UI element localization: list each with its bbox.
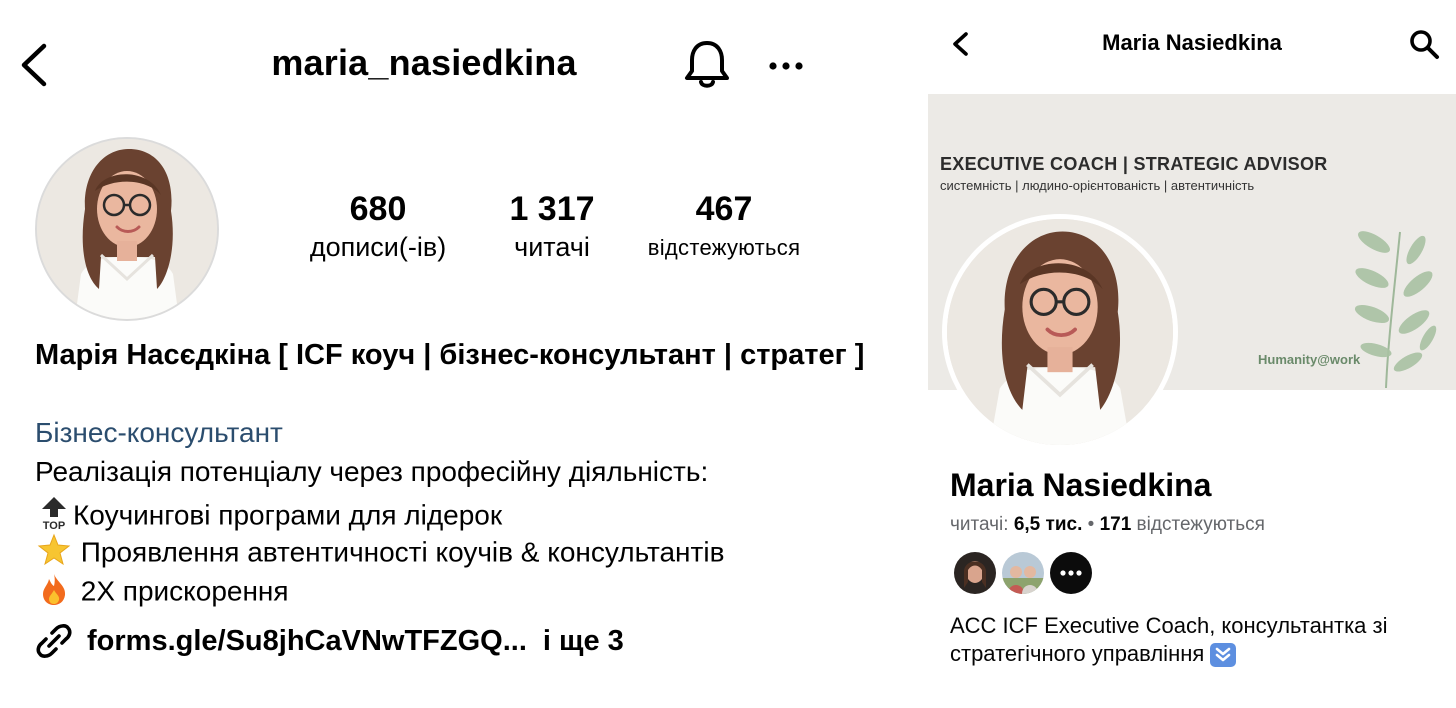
profile-full-name: Марія Насєдкіна [ ICF коуч | бізнес-конс… xyxy=(35,339,865,371)
avatar-portrait xyxy=(37,139,217,319)
friend-avatar[interactable] xyxy=(954,552,996,594)
followers-label: читачі xyxy=(514,232,590,262)
bio-line-text: 2Х прискорення xyxy=(73,575,289,607)
more-dots-icon xyxy=(1060,570,1082,576)
friend-avatar[interactable] xyxy=(1002,552,1044,594)
stats-separator: • xyxy=(1082,514,1100,535)
bio-line: Реалізація потенціалу через професійну д… xyxy=(35,456,709,487)
profile-category: Бізнес-консультант xyxy=(35,417,283,448)
bio-line: 2Х прискорення xyxy=(35,572,289,614)
profile-stats: читачі: 6,5 тис. • 171 відстежуються xyxy=(950,514,1265,536)
followers-count[interactable]: 6,5 тис. xyxy=(1014,514,1083,535)
profile-bio: ACC ICF Executive Coach, консультантка з… xyxy=(950,612,1440,668)
bell-icon[interactable] xyxy=(682,38,732,92)
profile-bio-text: ACC ICF Executive Coach, консультантка з… xyxy=(950,613,1388,666)
profile-link[interactable]: forms.gle/Su8jhCaVNwTFZGQ... xyxy=(87,625,527,658)
link-icon xyxy=(36,624,72,658)
following-count: 467 xyxy=(695,190,753,228)
bio-line-text: Коучингові програми для лідерок xyxy=(73,499,503,531)
following-label: відстежуються xyxy=(647,235,801,260)
instagram-profile-panel: maria_nasiedkina 680 дописи(-ів) 1 317 ч… xyxy=(0,0,928,708)
mutual-friends-avatars xyxy=(954,552,1098,594)
followers-count-stat[interactable]: 1 317 читачі xyxy=(490,188,614,264)
following-count-stat[interactable]: 467 відстежуються xyxy=(640,188,808,266)
bio-line: Проявлення автентичності коучів & консул… xyxy=(35,533,724,575)
glowing-star-emoji xyxy=(35,533,73,575)
cover-subtitle: системність | людино-орієнтованість | ав… xyxy=(940,178,1255,193)
profile-avatar[interactable] xyxy=(942,214,1178,450)
profile-link-row: forms.gle/Su8jhCaVNwTFZGQ... і ще 3 xyxy=(35,620,624,662)
followers-count: 1 317 xyxy=(509,190,595,228)
bio-line-text: Проявлення автентичності коучів & консул… xyxy=(73,536,725,568)
search-icon[interactable] xyxy=(1408,28,1440,60)
more-links-button[interactable]: і ще 3 xyxy=(543,625,624,658)
cover-title: EXECUTIVE COACH | STRATEGIC ADVISOR xyxy=(940,154,1328,174)
followers-label: читачі: xyxy=(950,514,1014,535)
facebook-profile-panel: Maria Nasiedkina EXECUTIVE COACH | STRAT… xyxy=(928,0,1456,708)
down-arrow-emoji xyxy=(1210,643,1237,668)
profile-avatar[interactable] xyxy=(35,137,219,321)
following-label: відстежуються xyxy=(1131,514,1265,535)
posts-label: дописи(-ів) xyxy=(309,232,447,262)
more-dots-icon[interactable] xyxy=(764,52,808,80)
fire-emoji xyxy=(35,572,73,614)
posts-count: 680 xyxy=(349,190,407,228)
cover-brand: Humanity@work xyxy=(1258,352,1361,367)
page-title: Maria Nasiedkina xyxy=(1102,30,1282,55)
posts-count-stat[interactable]: 680 дописи(-ів) xyxy=(290,188,466,264)
avatar-portrait xyxy=(947,219,1173,445)
more-friends-button[interactable] xyxy=(1050,552,1092,594)
svg-text:TOP: TOP xyxy=(43,520,65,531)
profile-name: Maria Nasiedkina xyxy=(950,467,1212,503)
following-count[interactable]: 171 xyxy=(1100,514,1132,535)
